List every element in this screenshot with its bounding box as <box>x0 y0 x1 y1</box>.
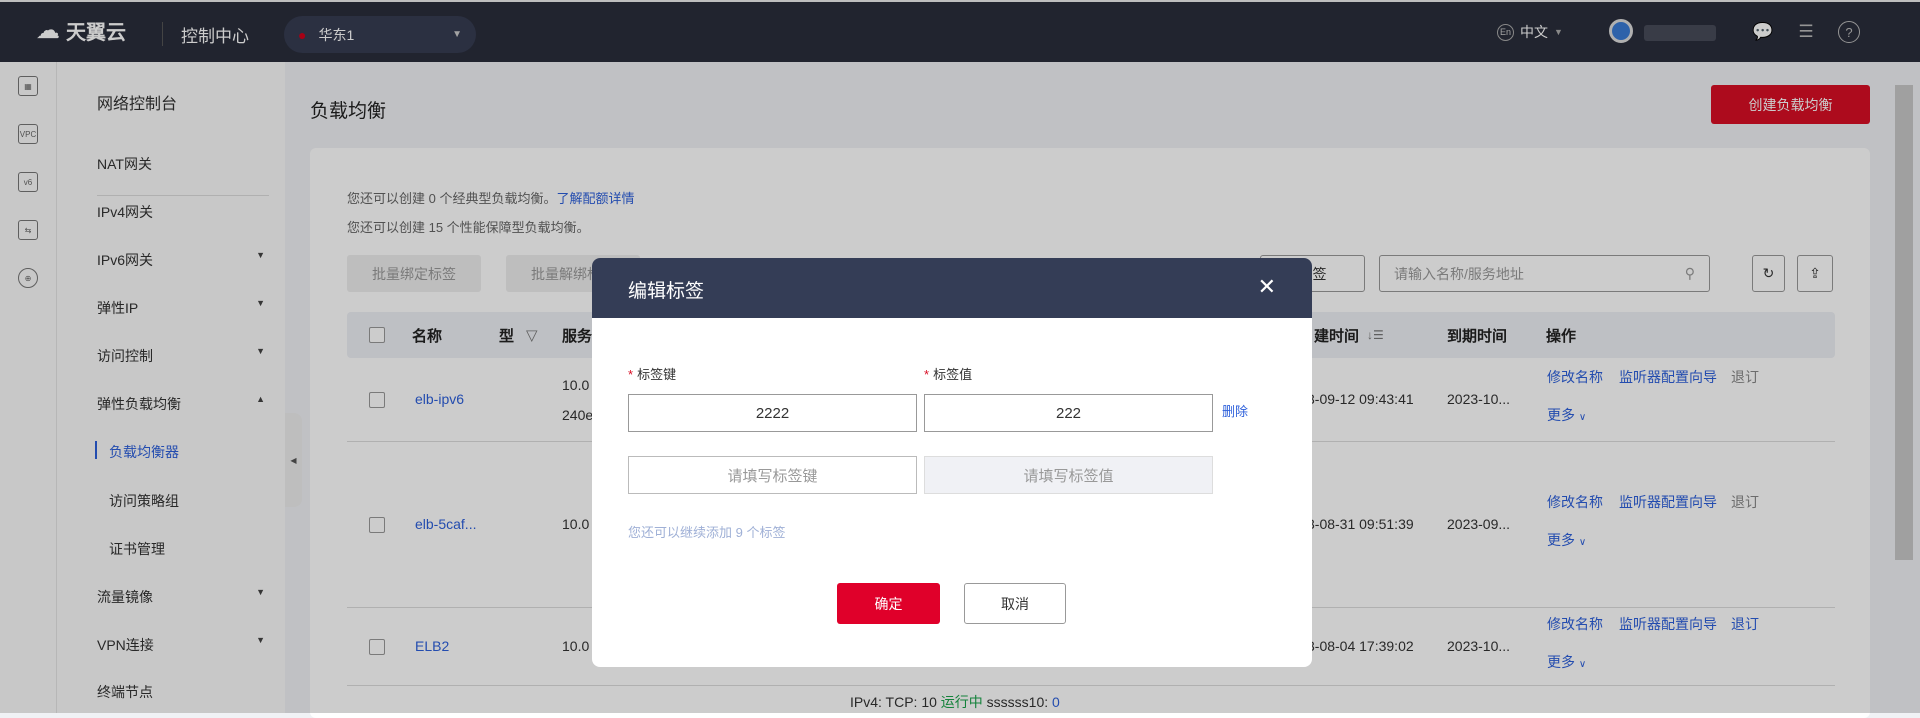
confirm-button[interactable]: 确定 <box>837 583 940 624</box>
tag-key-input[interactable]: 2222 <box>628 394 917 432</box>
cancel-button[interactable]: 取消 <box>964 583 1066 624</box>
close-icon[interactable]: ✕ <box>1258 274 1276 300</box>
label: 标签值 <box>933 367 973 382</box>
tag-value-label: * 标签值 <box>924 364 972 383</box>
label: 标签键 <box>637 367 677 382</box>
tag-value-input[interactable]: 222 <box>924 394 1213 432</box>
edit-tags-dialog: 编辑标签 ✕ * 标签键 * 标签值 2222 222 删除 请填写标签键 请填写标… <box>592 258 1312 667</box>
tag-key-label: * 标签键 <box>628 364 676 383</box>
delete-tag-link[interactable]: 删除 <box>1222 401 1248 420</box>
required-mark: * <box>924 367 930 382</box>
new-tag-value-input: 请填写标签值 <box>924 456 1213 494</box>
dialog-title: 编辑标签 <box>592 258 1312 318</box>
required-mark: * <box>628 367 634 382</box>
remaining-tags-hint: 您还可以继续添加 9 个标签 <box>628 525 786 540</box>
new-tag-key-input[interactable]: 请填写标签键 <box>628 456 917 494</box>
